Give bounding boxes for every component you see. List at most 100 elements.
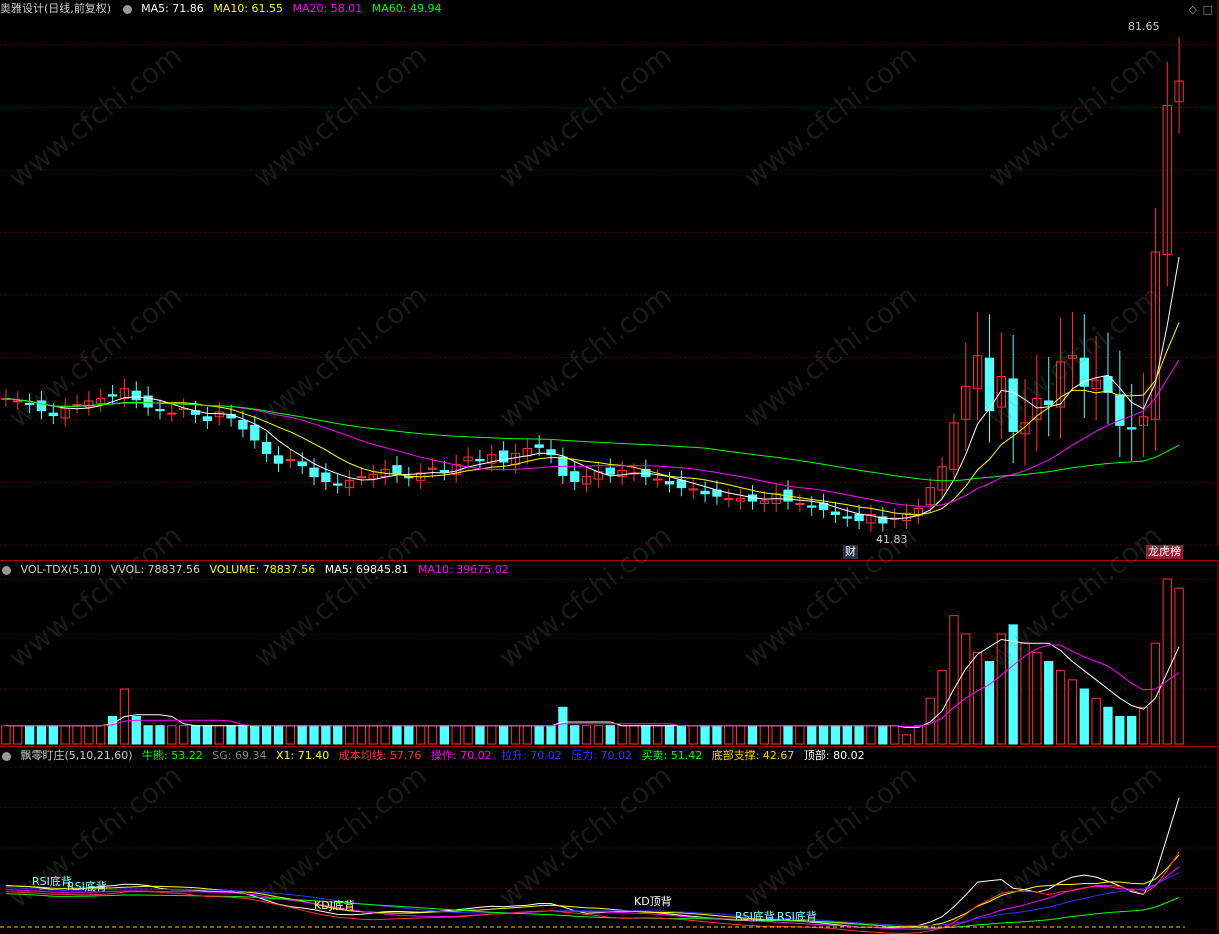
volume-bar (818, 725, 829, 745)
volume-bar (48, 725, 58, 745)
volume-bar (570, 725, 580, 745)
candle-body (676, 479, 687, 489)
indicator-chart (0, 747, 1219, 934)
volume-bar (202, 725, 213, 745)
ind-tag-6: RSI底背 (777, 910, 817, 923)
volume-bar (937, 670, 947, 745)
volume-bar (36, 725, 47, 745)
volume-bar (143, 725, 153, 745)
volume-bar (925, 697, 935, 745)
volume-bar (107, 716, 118, 745)
volume-bar (759, 725, 769, 745)
volume-bar (1162, 578, 1172, 745)
ind-tag-2: RSI底背 (67, 880, 107, 893)
volume-bar (392, 725, 402, 745)
finance-tag[interactable]: 财 (843, 545, 858, 559)
volume-bar (1008, 624, 1018, 745)
ind-tag-4: KD顶背 (634, 895, 672, 908)
volume-bar (226, 725, 236, 745)
volume-bar (605, 725, 615, 745)
volume-bar (783, 725, 793, 745)
candle-body (13, 400, 23, 403)
candle-body (842, 516, 852, 519)
candle-body (72, 404, 82, 407)
candle-body (131, 390, 141, 401)
volume-bar (238, 725, 248, 745)
volume-bar (321, 725, 331, 745)
volume-bar (641, 725, 651, 745)
candle-body (475, 459, 485, 462)
vol-ma5-line (5, 638, 1180, 728)
volume-bar (84, 725, 94, 745)
volume-bar (890, 725, 900, 745)
volume-bar (1032, 651, 1042, 745)
volume-bar (60, 725, 70, 745)
volume-bar (24, 725, 35, 745)
candle-body (700, 490, 710, 495)
candle-body (570, 471, 580, 483)
candle-body (830, 511, 841, 515)
candle-body (155, 408, 165, 412)
volume-bar (830, 725, 841, 745)
volume-bar (629, 725, 639, 745)
candle-body (250, 424, 260, 441)
volume-bar (558, 706, 568, 745)
volume-bar (878, 725, 888, 745)
volume-bar (1138, 706, 1149, 745)
candle-body (48, 412, 58, 417)
candle-body (807, 505, 817, 508)
volume-bar (261, 725, 272, 745)
volume-bar (653, 725, 663, 745)
candle-body (653, 478, 663, 481)
volume-bar (487, 725, 497, 745)
volume-bar (463, 725, 473, 745)
volume-bar (344, 725, 355, 745)
volume-bar (984, 661, 995, 745)
candle-body (333, 483, 343, 486)
volume-bar (1150, 642, 1161, 745)
candle-body (1008, 378, 1018, 432)
ma-line-ma20 (5, 359, 1180, 507)
volume-bar (913, 725, 924, 745)
volume-bar (581, 725, 592, 745)
volume-bar (842, 725, 852, 745)
volume-bar (155, 725, 165, 745)
volume-bar (712, 725, 722, 745)
volume-bar (1127, 716, 1137, 745)
volume-bar (427, 725, 438, 745)
volume-bar (1, 725, 11, 745)
volume-bar (1174, 587, 1184, 745)
volume-bar (1103, 706, 1113, 745)
volume-bar (179, 725, 189, 745)
ind-tag-3: KDJ底背 (314, 899, 355, 912)
candle-body (309, 467, 319, 478)
volume-bar (1091, 697, 1101, 745)
volume-bar (676, 725, 687, 745)
dragon-tiger-tag[interactable]: 龙虎榜 (1146, 545, 1183, 559)
volume-bar (96, 725, 106, 745)
candle-body (273, 455, 284, 464)
volume-bar (700, 725, 710, 745)
high-price-label: 81.65 (1128, 20, 1160, 33)
volume-bar (1044, 661, 1054, 745)
candle-body (404, 476, 414, 479)
volume-bar (807, 725, 817, 745)
candle-body (664, 481, 675, 485)
candle-body (202, 416, 213, 421)
volume-bar (901, 734, 912, 745)
volume-bar (380, 725, 390, 745)
volume-bar (1079, 688, 1089, 745)
candle-body (1127, 427, 1137, 430)
volume-bar (297, 725, 307, 745)
candle-body (107, 394, 118, 397)
volume-panel: VOL-TDX(5,10) VVOL: 78837.56 VOLUME: 788… (0, 561, 1219, 747)
volume-bar (534, 725, 544, 745)
volume-bar (664, 725, 675, 745)
volume-bar (439, 725, 450, 745)
candle-body (724, 498, 734, 501)
volume-bar (404, 725, 414, 745)
volume-bar (795, 725, 805, 745)
volume-bar (451, 725, 461, 745)
candle-body (36, 400, 47, 412)
candle-body (605, 467, 615, 475)
